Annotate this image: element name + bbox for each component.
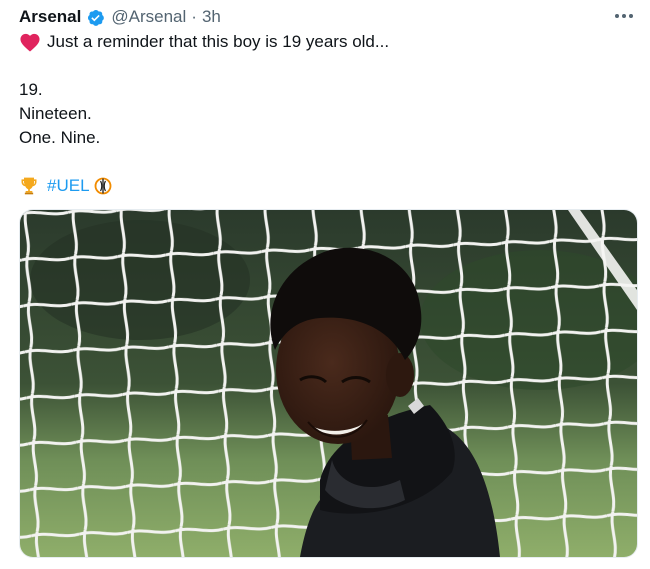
tweet-photo[interactable]: [19, 209, 638, 558]
tweet-line-2: 19.: [19, 80, 43, 99]
tweet-text: Just a reminder that this boy is 19 year…: [19, 30, 389, 198]
tweet-timestamp[interactable]: 3h: [202, 7, 221, 27]
tweet-hashtag-line: #UEL: [19, 174, 389, 198]
more-options-icon[interactable]: [612, 4, 636, 28]
author-name[interactable]: Arsenal: [19, 7, 81, 27]
player-photo-illustration: [20, 210, 637, 557]
europa-league-logo-icon: [93, 176, 113, 196]
separator-dot: ·: [191, 7, 197, 26]
tweet-line-4: One. Nine.: [19, 128, 101, 147]
tweet-header: Arsenal @Arsenal · 3h: [19, 6, 636, 28]
tweet-line-1: Just a reminder that this boy is 19 year…: [19, 30, 389, 54]
red-heart-emoji-icon: [19, 32, 41, 52]
tweet-line-3: Nineteen.: [19, 104, 92, 123]
verified-badge-icon: [86, 8, 105, 27]
tweet-line-1-text: Just a reminder that this boy is 19 year…: [47, 32, 390, 51]
trophy-emoji-icon: [19, 176, 39, 196]
tweet-card[interactable]: Arsenal @Arsenal · 3h Just a reminder th…: [0, 0, 650, 569]
hashtag-link[interactable]: #UEL: [47, 174, 90, 198]
author-handle[interactable]: @Arsenal: [111, 7, 186, 27]
